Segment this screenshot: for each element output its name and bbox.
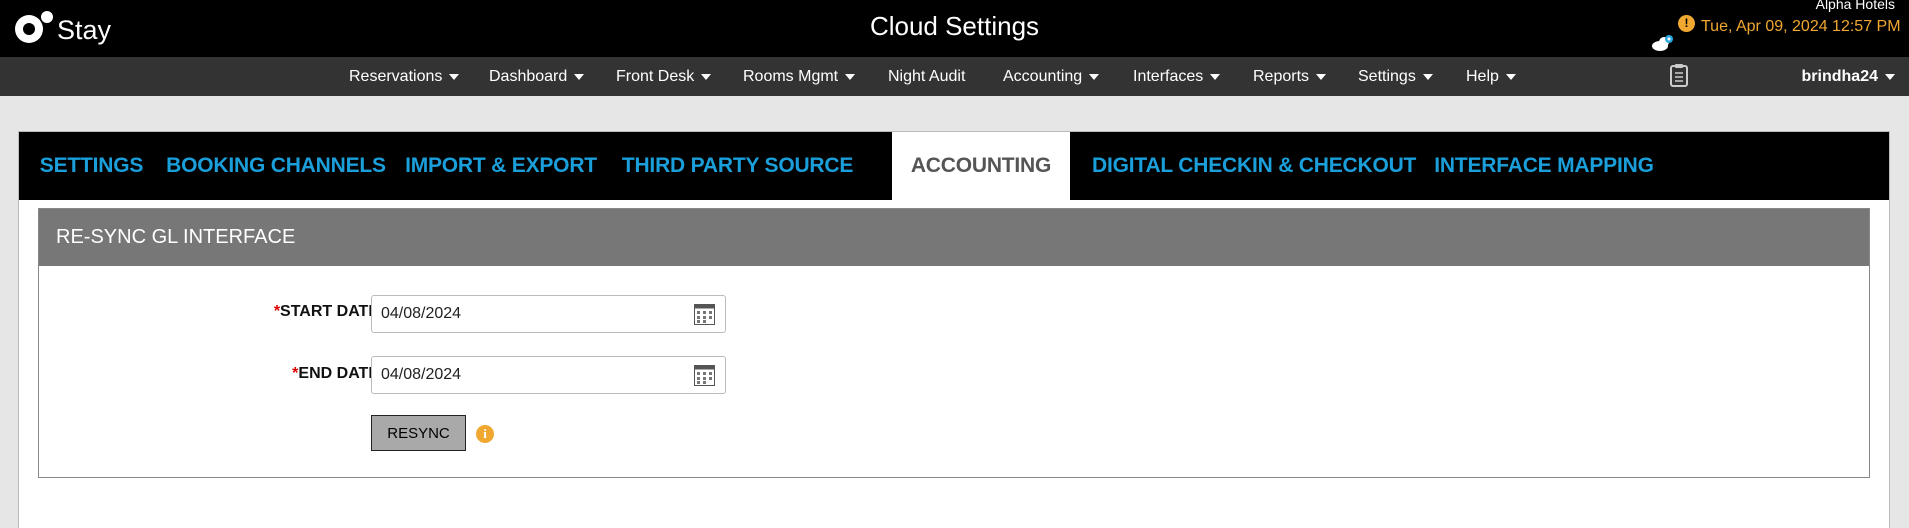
settings-tabs: SETTINGS BOOKING CHANNELS IMPORT & EXPOR… (19, 132, 1889, 200)
calendar-icon[interactable] (694, 365, 715, 386)
caret-down-icon (574, 73, 585, 80)
caret-down-icon (1316, 73, 1327, 80)
nav-night-audit[interactable]: Night Audit (888, 57, 965, 96)
tab-third-party-source[interactable]: THIRD PARTY SOURCE (614, 132, 861, 200)
nav-dashboard[interactable]: Dashboard (489, 57, 585, 96)
top-header: Stay Cloud Settings Alpha Hotels ! Tue, … (0, 0, 1909, 57)
resync-gl-panel: RE-SYNC GL INTERFACE *START DATE *END DA… (38, 208, 1870, 478)
start-date-input[interactable] (372, 296, 672, 332)
main-nav: Reservations Dashboard Front Desk Rooms … (0, 57, 1909, 96)
end-date-field[interactable] (371, 356, 726, 394)
tab-accounting[interactable]: ACCOUNTING (892, 132, 1070, 200)
settings-card: SETTINGS BOOKING CHANNELS IMPORT & EXPOR… (18, 131, 1890, 528)
caret-down-icon (1422, 73, 1433, 80)
caret-down-icon (449, 73, 460, 80)
hotel-name[interactable]: Alpha Hotels (1816, 0, 1895, 12)
tab-booking-channels[interactable]: BOOKING CHANNELS (164, 132, 388, 200)
logo-text: Stay (57, 14, 112, 45)
nav-rooms-mgmt[interactable]: Rooms Mgmt (743, 57, 856, 96)
end-date-label: *END DATE (292, 365, 379, 382)
calendar-icon[interactable] (694, 304, 715, 325)
alert-icon[interactable]: ! (1678, 15, 1695, 32)
end-date-input[interactable] (372, 357, 672, 393)
resync-button[interactable]: RESYNC (371, 415, 466, 451)
start-date-label: *START DATE (273, 303, 379, 320)
app-logo[interactable]: Stay (15, 7, 111, 47)
tab-digital-checkin-checkout[interactable]: DIGITAL CHECKIN & CHECKOUT (1092, 132, 1416, 200)
nav-reports[interactable]: Reports (1253, 57, 1327, 96)
nav-accounting[interactable]: Accounting (1003, 57, 1100, 96)
cloud-sync-icon[interactable] (1651, 34, 1675, 52)
tab-import-export[interactable]: IMPORT & EXPORT (388, 132, 614, 200)
caret-down-icon (1885, 73, 1895, 80)
tab-settings[interactable]: SETTINGS (19, 132, 164, 200)
panel-title: RE-SYNC GL INTERFACE (39, 209, 1869, 266)
current-datetime: Tue, Apr 09, 2024 12:57 PM (1701, 18, 1901, 35)
caret-down-icon (1505, 73, 1516, 80)
caret-down-icon (845, 73, 856, 80)
caret-down-icon (1210, 73, 1221, 80)
user-menu[interactable]: brindha24 (1802, 57, 1895, 96)
nav-front-desk[interactable]: Front Desk (616, 57, 712, 96)
info-icon[interactable]: i (476, 425, 494, 443)
nav-help[interactable]: Help (1466, 57, 1516, 96)
page-title: Cloud Settings (869, 11, 1040, 41)
logo-icon (15, 11, 53, 43)
nav-settings[interactable]: Settings (1358, 57, 1433, 96)
nav-reservations[interactable]: Reservations (349, 57, 460, 96)
clipboard-icon[interactable] (1670, 63, 1688, 87)
tab-interface-mapping[interactable]: INTERFACE MAPPING (1419, 132, 1669, 200)
caret-down-icon (701, 73, 712, 80)
caret-down-icon (1089, 73, 1100, 80)
nav-interfaces[interactable]: Interfaces (1133, 57, 1221, 96)
start-date-field[interactable] (371, 295, 726, 333)
